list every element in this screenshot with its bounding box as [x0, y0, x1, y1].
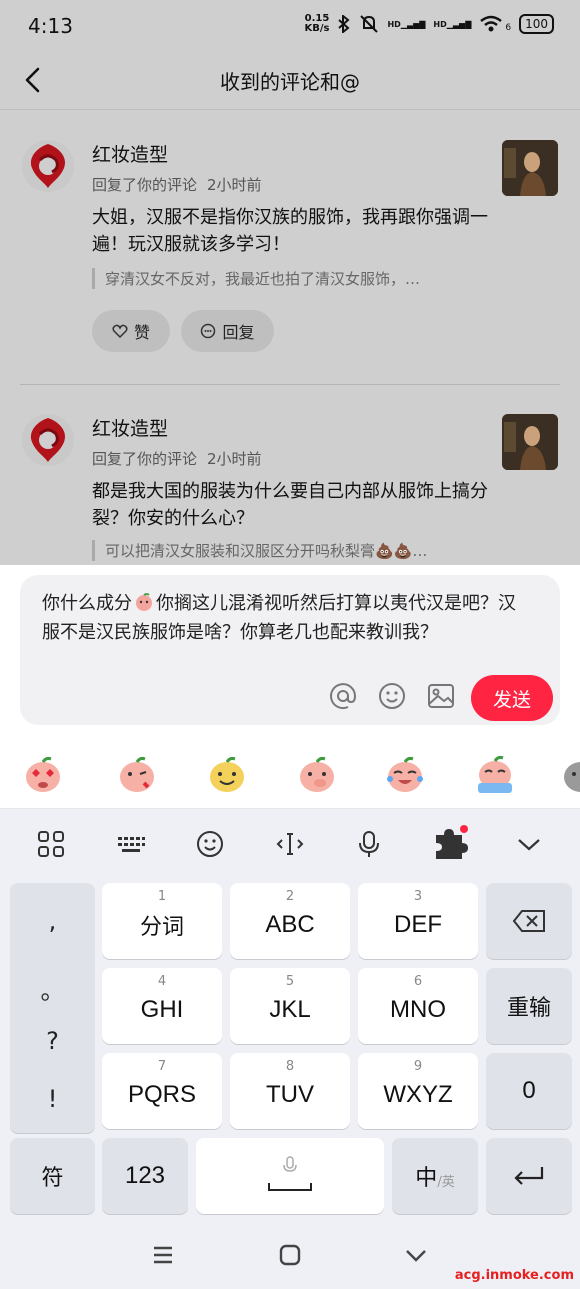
user-avatar[interactable] — [20, 138, 76, 194]
punctuation-column[interactable]: , 。 ? ! — [10, 883, 95, 1133]
backspace-icon — [512, 910, 545, 932]
peach-laugh-cry-emoji-icon[interactable] — [384, 753, 426, 795]
reply-input-text[interactable]: 你什么成分 你搁这儿混淆视听然后打算以夷代汉是吧？汉服不是汉民族服饰是啥？你算老几… — [42, 589, 522, 647]
post-thumbnail[interactable] — [502, 140, 558, 196]
user-name[interactable]: 红妆造型 — [92, 414, 168, 441]
grey-sticker-emoji-icon[interactable] — [560, 753, 580, 795]
user-avatar[interactable] — [20, 412, 76, 468]
status-icons: 0.15 KB/s HD▁▃▅▇ HD▁▃▅▇ 6 100 — [304, 14, 554, 34]
user-name[interactable]: 红妆造型 — [92, 140, 168, 167]
wifi-icon — [480, 15, 503, 32]
language-switch-key[interactable]: 中/英 — [392, 1138, 478, 1214]
peach-grin-emoji-icon[interactable] — [206, 753, 248, 795]
send-button[interactable]: 发送 — [471, 675, 553, 721]
wifi-badge: 6 — [505, 23, 512, 33]
microphone-icon — [283, 1156, 297, 1172]
at-mention-icon[interactable] — [328, 681, 358, 711]
comment-text: 都是我大国的服装为什么要自己内部从服饰上搞分裂？你安的什么心？ — [92, 481, 488, 529]
keyboard-toolbar — [0, 809, 580, 879]
home-icon[interactable] — [278, 1243, 302, 1267]
key-8[interactable]: 8 TUV — [230, 1053, 350, 1129]
like-button[interactable]: 赞 — [92, 310, 170, 352]
mute-icon — [360, 15, 379, 33]
punct-period-key[interactable]: 。 — [10, 971, 95, 1006]
cursor-move-icon[interactable] — [275, 829, 305, 859]
chat-bubble-icon — [201, 323, 216, 339]
comment-text: 大姐，汉服不是指你汉族的服饰，我再跟你强调一遍！玩汉服就该多学习！ — [92, 207, 488, 255]
sticker-row — [0, 743, 580, 809]
status-time: 4:13 — [28, 14, 73, 38]
key-1[interactable]: 1 分词 — [102, 883, 222, 959]
page-header: 收到的评论和@ — [0, 52, 580, 110]
enter-key[interactable] — [486, 1138, 572, 1214]
plugin-puzzle-icon[interactable] — [432, 825, 468, 861]
t9-keyboard: , 。 ? ! 1 分词 2 ABC 3 DEF 4 GHI 5 JKL 6 MNO 重输 … — [0, 879, 580, 1219]
microphone-icon[interactable] — [354, 829, 384, 859]
space-bar-icon — [268, 1183, 312, 1191]
punct-comma-key[interactable]: , — [10, 907, 95, 935]
reply-composer: 你什么成分 你搁这儿混淆视听然后打算以夷代汉是吧？汉服不是汉民族服饰是啥？你算老几… — [0, 565, 580, 743]
key-7[interactable]: 7 PQRS — [102, 1053, 222, 1129]
peach-wink-emoji-icon[interactable] — [116, 753, 158, 795]
key-0[interactable]: 0 — [486, 1053, 572, 1129]
comment-meta: 回复了你的评论 2小时前 — [92, 176, 262, 194]
punct-question-key[interactable]: ? — [10, 1027, 95, 1055]
number-mode-key[interactable]: 123 — [102, 1138, 188, 1214]
peach-cover-mouth-emoji-icon[interactable] — [296, 753, 338, 795]
comment-meta: 回复了你的评论 2小时前 — [92, 450, 262, 468]
peach-crying-emoji-icon[interactable] — [474, 753, 516, 795]
quoted-comment[interactable]: 可以把清汉女服装和汉服区分开吗秋梨膏💩💩… — [92, 540, 482, 561]
quoted-comment[interactable]: 穿清汉女不反对，我最近也拍了清汉女服饰，… — [92, 268, 482, 289]
key-2[interactable]: 2 ABC — [230, 883, 350, 959]
battery-indicator: 100 — [519, 14, 554, 34]
emoji-icon[interactable] — [377, 681, 407, 711]
back-icon[interactable] — [404, 1243, 428, 1267]
key-5[interactable]: 5 JKL — [230, 968, 350, 1044]
reply-input[interactable]: 你什么成分 你搁这儿混淆视听然后打算以夷代汉是吧？汉服不是汉民族服饰是啥？你算老几… — [20, 575, 560, 725]
signal-2-icon: HD▁▃▅▇ — [433, 19, 472, 29]
signal-1-icon: HD▁▃▅▇ — [387, 19, 426, 29]
network-speed: 0.15 KB/s — [304, 13, 330, 34]
comment-card[interactable]: 红妆造型 回复了你的评论 2小时前 都是我大国的服装为什么要自己内部从服饰上搞分裂… — [0, 384, 580, 565]
menu-icon[interactable] — [151, 1243, 175, 1267]
backspace-key[interactable] — [486, 883, 572, 959]
comment-card[interactable]: 红妆造型 回复了你的评论 2小时前 大姐，汉服不是指你汉族的服饰，我再跟你强调一遍… — [0, 110, 580, 380]
emoji-icon[interactable] — [195, 829, 225, 859]
key-4[interactable]: 4 GHI — [102, 968, 222, 1044]
post-thumbnail[interactable] — [502, 414, 558, 470]
page-title: 收到的评论和@ — [220, 70, 360, 94]
reply-button[interactable]: 回复 — [181, 310, 274, 352]
symbol-key[interactable]: 符 — [10, 1138, 95, 1214]
collapse-keyboard-icon[interactable] — [514, 829, 544, 859]
punct-exclaim-key[interactable]: ! — [10, 1085, 95, 1113]
space-key[interactable] — [196, 1138, 384, 1214]
peach-heart-eyes-emoji-icon[interactable] — [22, 753, 64, 795]
retype-key[interactable]: 重输 — [486, 968, 572, 1044]
bluetooth-icon — [338, 15, 351, 33]
watermark: acg.inmoke.com — [454, 1268, 574, 1283]
image-icon[interactable] — [426, 681, 456, 711]
heart-icon — [112, 324, 128, 339]
peach-emoji-icon — [136, 593, 152, 611]
key-9[interactable]: 9 WXYZ — [358, 1053, 478, 1129]
system-nav-bar: acg.inmoke.com — [0, 1219, 580, 1289]
key-6[interactable]: 6 MNO — [358, 968, 478, 1044]
status-bar: 4:13 0.15 KB/s HD▁▃▅▇ HD▁▃▅▇ 6 100 — [0, 0, 580, 52]
key-3[interactable]: 3 DEF — [358, 883, 478, 959]
keyboard-layout-icon[interactable] — [116, 829, 146, 859]
grid-menu-icon[interactable] — [36, 829, 66, 859]
comment-feed: 红妆造型 回复了你的评论 2小时前 大姐，汉服不是指你汉族的服饰，我再跟你强调一遍… — [0, 110, 580, 565]
enter-icon — [514, 1167, 544, 1185]
